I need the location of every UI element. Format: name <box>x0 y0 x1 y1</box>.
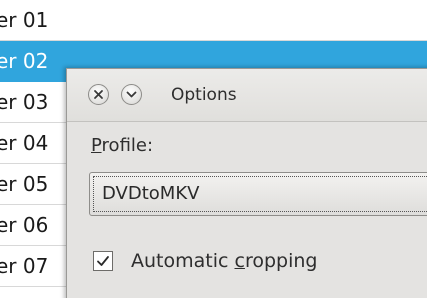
profile-label-accel: P <box>91 135 102 156</box>
minimize-button[interactable] <box>121 84 142 105</box>
profile-dropdown[interactable]: DVDtoMKV <box>89 172 427 216</box>
close-icon <box>94 90 103 99</box>
list-item-label: er 06 <box>0 213 49 237</box>
list-item-label: er 01 <box>0 8 49 32</box>
automatic-cropping-checkbox[interactable] <box>93 251 113 271</box>
options-dialog: Options Profile: DVDtoMKV Automatic crop… <box>66 68 427 298</box>
profile-label: Profile: <box>91 135 153 156</box>
automatic-cropping-label: Automatic cropping <box>131 247 317 275</box>
list-item-label: er 07 <box>0 254 49 278</box>
list-item-label: er 02 <box>0 49 49 73</box>
close-button[interactable] <box>88 84 109 105</box>
checkmark-icon <box>97 256 109 266</box>
screen: er 01 er 02 er 03 er 04 er 05 er 06 er 0… <box>0 0 427 298</box>
list-item-label: er 04 <box>0 131 49 155</box>
dialog-title: Options <box>171 85 237 105</box>
list-item[interactable]: er 01 <box>0 0 427 41</box>
profile-label-rest: rofile: <box>101 135 154 156</box>
label-part: Automatic <box>131 250 235 272</box>
profile-dropdown-value: DVDtoMKV <box>102 183 200 204</box>
label-accel: c <box>234 250 245 272</box>
label-part: ropping <box>244 250 318 272</box>
dialog-titlebar[interactable]: Options <box>67 69 427 122</box>
list-item-label: er 03 <box>0 90 49 114</box>
chevron-down-icon <box>126 91 137 98</box>
list-item-label: er 05 <box>0 172 49 196</box>
